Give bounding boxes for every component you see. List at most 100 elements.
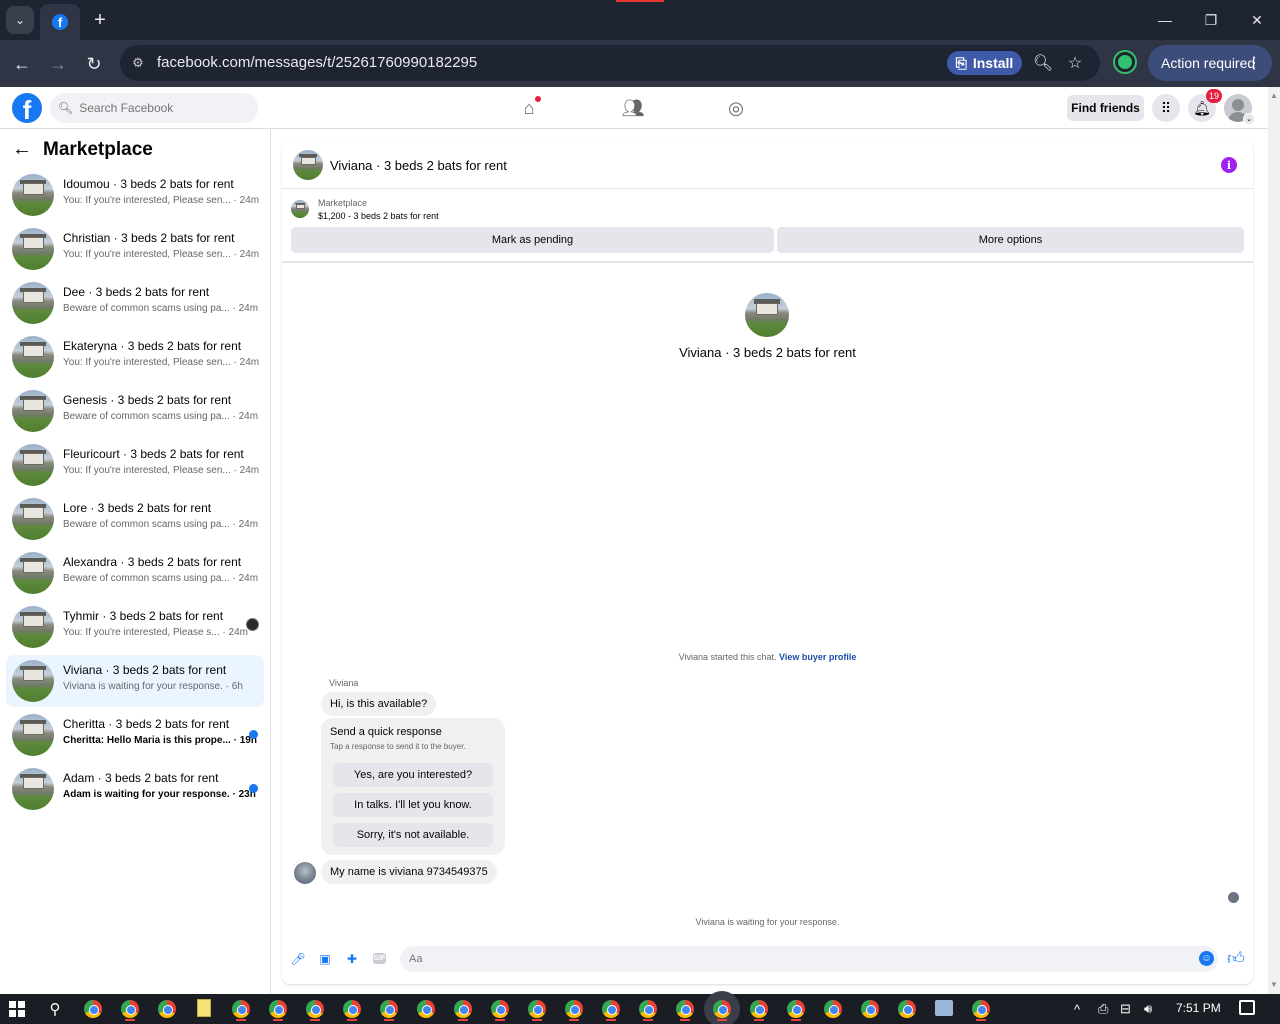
menu-grid-icon[interactable]: ⠿ (1152, 94, 1180, 122)
facebook-search[interactable]: 🔍︎ (50, 93, 258, 123)
scroll-down-icon[interactable]: ▼ (1269, 979, 1279, 989)
chrome-app-icon[interactable] (898, 1000, 916, 1018)
chrome-app-icon[interactable] (528, 1000, 546, 1021)
show-hidden-icons-icon[interactable]: ^ (1074, 1000, 1080, 1018)
new-tab-button[interactable]: + (88, 8, 112, 32)
chrome-app-icon[interactable] (454, 1000, 472, 1021)
emoji-icon[interactable]: ☺ (1199, 951, 1214, 966)
find-friends-button[interactable]: Find friends (1067, 95, 1144, 121)
chrome-app-icon[interactable] (158, 1000, 176, 1018)
quick-response-button[interactable]: In talks. I'll let you know. (333, 793, 493, 817)
conversation-item[interactable]: Lore · 3 beds 2 bats for rent Beware of … (6, 493, 264, 545)
taskbar-clock[interactable]: 7:51 PM (1176, 1001, 1221, 1015)
sender-avatar[interactable] (294, 862, 316, 884)
chrome-app-icon[interactable] (269, 1000, 287, 1021)
quick-response-button[interactable]: Sorry, it's not available. (333, 823, 493, 847)
photo-icon[interactable]: ▣ (317, 951, 333, 967)
notification-center-icon[interactable] (1239, 1000, 1255, 1015)
conversation-item[interactable]: Genesis · 3 beds 2 bats for rent Beware … (6, 385, 264, 437)
taskbar-search-icon[interactable]: ⚲ (46, 1000, 64, 1018)
url-text[interactable]: facebook.com/messages/t/2526176099018229… (157, 54, 477, 71)
chrome-app-icon[interactable] (565, 1000, 583, 1021)
chat-listing-thumbnail[interactable] (293, 150, 323, 180)
reload-icon[interactable]: ↻ (80, 50, 108, 78)
message-bubble: Hi, is this available? (321, 692, 437, 716)
back-icon[interactable]: ← (8, 50, 36, 78)
back-arrow-icon[interactable]: ← (12, 138, 32, 161)
address-bar[interactable]: ⚙ facebook.com/messages/t/25261760990182… (120, 45, 1100, 81)
notifications-bell-icon[interactable]: 🔔︎ 19 (1188, 89, 1222, 122)
more-options-button[interactable]: More options (777, 227, 1244, 253)
meet-icon[interactable]: ⎙ (1098, 1000, 1108, 1018)
quick-response-button[interactable]: Yes, are you interested? (333, 763, 493, 787)
network-icon[interactable]: ⊟ (1120, 1000, 1131, 1018)
chrome-app-icon[interactable] (232, 1000, 250, 1021)
windows-start-icon[interactable] (9, 1001, 25, 1017)
chrome-app-icon[interactable] (343, 1000, 361, 1021)
bookmark-star-icon[interactable]: ☆ (1064, 52, 1086, 74)
conversation-item[interactable]: Adam · 3 beds 2 bats for rent Adam is wa… (6, 763, 264, 815)
conversation-item[interactable]: Cheritta · 3 beds 2 bats for rent Cherit… (6, 709, 264, 761)
listing-small-thumbnail[interactable] (291, 200, 309, 218)
network-app-icon[interactable] (935, 1000, 953, 1016)
microphone-icon[interactable]: 🎤︎ (290, 951, 306, 967)
thumbs-up-icon[interactable]: 👍︎ (1227, 949, 1245, 968)
chrome-app-icon[interactable] (121, 1000, 139, 1021)
install-app-button[interactable]: ⎘ Install (947, 51, 1022, 75)
chrome-app-icon[interactable] (750, 1000, 768, 1021)
listing-price-title[interactable]: $1,200 - 3 beds 2 bats for rent (318, 211, 439, 221)
view-buyer-profile-link[interactable]: View buyer profile (779, 652, 856, 662)
notes-app-icon[interactable] (197, 999, 211, 1017)
install-icon: ⎘ (955, 54, 967, 71)
message-input[interactable] (400, 946, 1218, 972)
conversation-item[interactable]: Ekateryna · 3 beds 2 bats for rent You: … (6, 331, 264, 383)
extension-icon[interactable] (1115, 52, 1135, 72)
sticker-icon[interactable]: ✚ (344, 951, 360, 967)
tab-search-button[interactable]: ⌄ (6, 6, 34, 34)
gif-icon[interactable]: GIF (373, 953, 386, 964)
browser-tab-facebook[interactable]: f (40, 4, 80, 40)
close-icon[interactable]: ✕ (1243, 6, 1271, 34)
chrome-app-icon[interactable] (787, 1000, 805, 1021)
scroll-up-icon[interactable]: ▲ (1269, 90, 1279, 100)
facebook-logo-icon[interactable]: f (12, 93, 42, 123)
conversation-preview: You: If you're interested, Please s... ·… (63, 627, 248, 638)
chrome-app-icon[interactable] (676, 1000, 694, 1021)
search-input[interactable] (79, 101, 250, 115)
zoom-icon[interactable]: 🔍︎ (1032, 52, 1054, 74)
chevron-down-icon[interactable]: ⌄ (1243, 113, 1255, 125)
conversation-item[interactable]: Fleuricourt · 3 beds 2 bats for rent You… (6, 439, 264, 491)
chat-title[interactable]: Viviana · 3 beds 2 bats for rent (330, 158, 507, 173)
info-icon[interactable]: i (1221, 157, 1237, 173)
conversation-item[interactable]: Idoumou · 3 beds 2 bats for rent You: If… (6, 169, 264, 221)
page-scrollbar[interactable]: ▲ ▼ (1268, 87, 1280, 994)
action-required-button[interactable]: Action required ⋮ (1148, 45, 1272, 81)
chrome-app-icon[interactable] (861, 1000, 879, 1018)
chrome-app-icon[interactable] (306, 1000, 324, 1021)
restore-icon[interactable]: ❐ (1197, 6, 1225, 34)
recording-indicator (616, 0, 664, 2)
chrome-app-icon[interactable] (639, 1000, 657, 1021)
chrome-app-icon-active[interactable] (713, 1000, 731, 1021)
groups-icon[interactable]: ◎ (722, 95, 750, 121)
minimize-icon[interactable]: — (1151, 6, 1179, 34)
chrome-app-icon[interactable] (972, 1000, 990, 1021)
forward-icon[interactable]: → (44, 50, 72, 78)
volume-icon[interactable]: 🔊︎ (1144, 1000, 1152, 1018)
browser-menu-icon[interactable]: ⋮ (1246, 53, 1262, 73)
friends-icon[interactable]: 👥︎ (619, 95, 647, 121)
conversation-item[interactable]: Alexandra · 3 beds 2 bats for rent Bewar… (6, 547, 264, 599)
conversation-item[interactable]: Tyhmir · 3 beds 2 bats for rent You: If … (6, 601, 264, 653)
site-info-icon[interactable]: ⚙ (128, 53, 148, 73)
conversation-item[interactable]: Dee · 3 beds 2 bats for rent Beware of c… (6, 277, 264, 329)
chrome-app-icon[interactable] (824, 1000, 842, 1018)
mark-as-pending-button[interactable]: Mark as pending (291, 227, 774, 253)
conversation-item-active[interactable]: Viviana · 3 beds 2 bats for rent Viviana… (6, 655, 264, 707)
chrome-app-icon[interactable] (84, 1000, 102, 1018)
chrome-app-icon[interactable] (417, 1000, 435, 1018)
home-icon[interactable]: ⌂ (515, 95, 543, 121)
chrome-app-icon[interactable] (491, 1000, 509, 1021)
conversation-item[interactable]: Christian · 3 beds 2 bats for rent You: … (6, 223, 264, 275)
chrome-app-icon[interactable] (380, 1000, 398, 1021)
chrome-app-icon[interactable] (602, 1000, 620, 1021)
